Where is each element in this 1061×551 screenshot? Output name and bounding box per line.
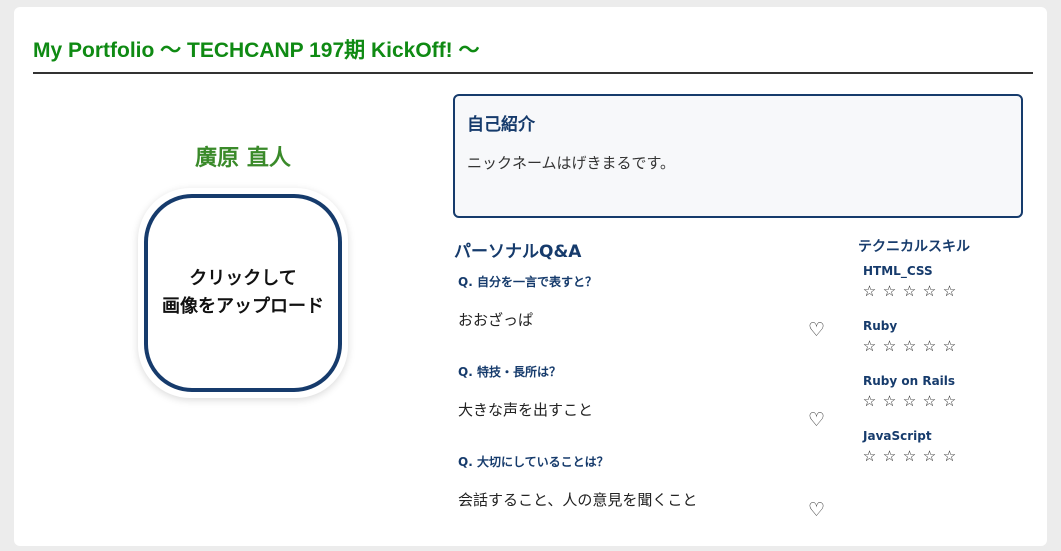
qa-question: Q. 自分を一言で表すと？ xyxy=(458,275,597,289)
qa-item: Q. 大切にしていることは？ 会話すること、人の意見を聞くこと ♡ xyxy=(458,453,838,543)
star-outline-icon[interactable]: ☆ xyxy=(881,449,898,464)
qa-item: Q. 特技・長所は？ 大きな声を出すこと ♡ xyxy=(458,363,838,453)
skill-name: Ruby xyxy=(863,319,898,333)
page-title: My Portfolio 〜 TECHCANP 197期 KickOff! 〜 xyxy=(33,39,480,62)
heart-outline-icon[interactable]: ♡ xyxy=(808,321,825,340)
skills-section-title: テクニカルスキル xyxy=(858,239,970,255)
star-outline-icon[interactable]: ☆ xyxy=(941,449,958,464)
qa-question: Q. 大切にしていることは？ xyxy=(458,455,609,469)
intro-title: 自己紹介 xyxy=(467,115,535,135)
avatar-upload-frame: クリックして 画像をアップロード xyxy=(138,188,348,398)
star-outline-icon[interactable]: ☆ xyxy=(861,339,878,354)
star-outline-icon[interactable]: ☆ xyxy=(941,339,958,354)
profile-name: 廣原 直人 xyxy=(195,146,291,171)
qa-section-title: パーソナルQ&A xyxy=(454,242,582,262)
skill-name: JavaScript xyxy=(863,429,932,443)
star-outline-icon[interactable]: ☆ xyxy=(881,394,898,409)
skill-name: HTML_CSS xyxy=(863,264,933,278)
star-outline-icon[interactable]: ☆ xyxy=(901,394,918,409)
star-outline-icon[interactable]: ☆ xyxy=(921,449,938,464)
self-introduction-box: 自己紹介 ニックネームはげきまるです。 xyxy=(453,94,1023,218)
star-rating: ☆ ☆ ☆ ☆ ☆ xyxy=(861,339,958,354)
skill-item-ruby: Ruby ☆ ☆ ☆ ☆ ☆ xyxy=(863,319,1033,371)
star-outline-icon[interactable]: ☆ xyxy=(861,284,878,299)
star-outline-icon[interactable]: ☆ xyxy=(881,339,898,354)
upload-label-line1: クリックして xyxy=(189,268,297,289)
qa-answer: 大きな声を出すこと xyxy=(458,401,594,419)
qa-answer: 会話すること、人の意見を聞くこと xyxy=(458,491,698,509)
skill-item-html-css: HTML_CSS ☆ ☆ ☆ ☆ ☆ xyxy=(863,264,1033,316)
qa-item: Q. 自分を一言で表すと？ おおざっぱ ♡ xyxy=(458,273,838,363)
star-outline-icon[interactable]: ☆ xyxy=(921,339,938,354)
heart-outline-icon[interactable]: ♡ xyxy=(808,501,825,520)
star-outline-icon[interactable]: ☆ xyxy=(941,284,958,299)
star-outline-icon[interactable]: ☆ xyxy=(921,284,938,299)
star-outline-icon[interactable]: ☆ xyxy=(901,449,918,464)
upload-label-line2: 画像をアップロード xyxy=(162,296,324,317)
star-outline-icon[interactable]: ☆ xyxy=(901,284,918,299)
star-outline-icon[interactable]: ☆ xyxy=(921,394,938,409)
star-rating: ☆ ☆ ☆ ☆ ☆ xyxy=(861,394,958,409)
star-outline-icon[interactable]: ☆ xyxy=(861,449,878,464)
image-upload-button[interactable]: クリックして 画像をアップロード xyxy=(144,194,342,392)
title-divider xyxy=(33,72,1033,74)
skill-item-ruby-on-rails: Ruby on Rails ☆ ☆ ☆ ☆ ☆ xyxy=(863,374,1033,426)
qa-answer: おおざっぱ xyxy=(458,311,534,329)
star-outline-icon[interactable]: ☆ xyxy=(881,284,898,299)
star-rating: ☆ ☆ ☆ ☆ ☆ xyxy=(861,284,958,299)
star-rating: ☆ ☆ ☆ ☆ ☆ xyxy=(861,449,958,464)
qa-question: Q. 特技・長所は？ xyxy=(458,365,561,379)
star-outline-icon[interactable]: ☆ xyxy=(941,394,958,409)
skill-name: Ruby on Rails xyxy=(863,374,956,388)
star-outline-icon[interactable]: ☆ xyxy=(901,339,918,354)
heart-outline-icon[interactable]: ♡ xyxy=(808,411,825,430)
intro-text: ニックネームはげきまるです。 xyxy=(467,154,676,172)
star-outline-icon[interactable]: ☆ xyxy=(861,394,878,409)
skill-item-javascript: JavaScript ☆ ☆ ☆ ☆ ☆ xyxy=(863,429,1033,481)
